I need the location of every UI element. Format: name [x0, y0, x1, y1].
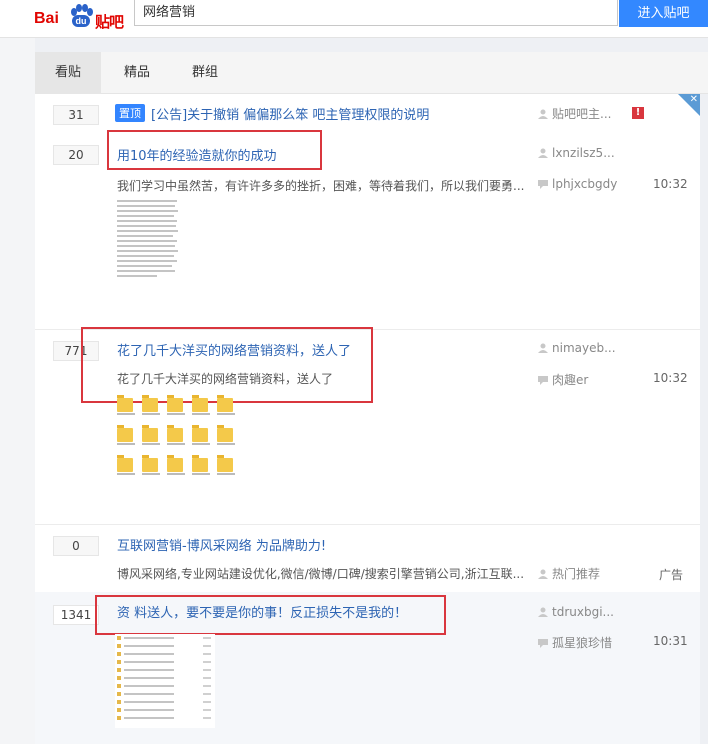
user-icon: [538, 343, 548, 353]
comment-icon: [538, 180, 548, 189]
folder-icon: [217, 455, 235, 478]
thread-title[interactable]: [公告]关于撤销 偏偏那么笨 吧主管理权限的说明: [151, 104, 429, 123]
tab-bar: 看贴 精品 群组: [35, 52, 708, 94]
user-icon: [538, 109, 548, 119]
author-name: lxnzilsz5...: [552, 146, 615, 160]
folder-icon: [167, 395, 185, 418]
user-icon: [538, 148, 548, 158]
folder-icon: [192, 425, 210, 448]
logo-bai-text: Bai: [34, 10, 59, 27]
thread-author[interactable]: 热门推荐: [538, 565, 600, 582]
last-replier-name: 孤星狼珍惜: [552, 636, 613, 650]
left-gutter: [0, 38, 35, 744]
folder-icon: [117, 395, 135, 418]
reply-count: 31: [53, 105, 99, 125]
last-replier[interactable]: 肉趣er: [538, 371, 588, 388]
reply-time: 10:31: [653, 634, 688, 648]
search-input[interactable]: 网络营销: [134, 0, 618, 26]
thread-list: ✕ 31 置顶 [公告]关于撤销 偏偏那么笨 吧主管理权限的说明 贴吧吧主...…: [35, 94, 700, 744]
folder-icon: [192, 395, 210, 418]
folder-icon: [117, 455, 135, 478]
baidu-tieba-logo[interactable]: Bai du 贴吧: [34, 4, 126, 32]
thread-title[interactable]: 互联网营销-博风采网络 为品牌助力!: [117, 535, 326, 554]
divider: [35, 524, 700, 525]
tab-groups[interactable]: 群组: [187, 52, 223, 94]
post-image-thumbnail[interactable]: [117, 200, 179, 280]
folder-icon: [192, 455, 210, 478]
enter-forum-button[interactable]: 进入贴吧: [619, 0, 708, 27]
folder-icon: [217, 425, 235, 448]
thread-author[interactable]: tdruxbgi...: [538, 605, 614, 619]
tab-posts[interactable]: 看贴: [35, 52, 101, 94]
thread-abstract: 博风采网络,专业网站建设优化,微信/微博/口碑/搜索引擎营销公司,浙江互联...: [117, 567, 525, 581]
highlight-box: [107, 130, 322, 170]
comment-icon: [538, 376, 548, 385]
close-icon[interactable]: ✕: [690, 94, 698, 105]
author-name: 贴吧吧主...: [552, 107, 612, 121]
user-icon: [538, 607, 548, 617]
reply-count: 1341: [53, 605, 99, 625]
author-name: nimayeb...: [552, 341, 616, 355]
thread-author[interactable]: 贴吧吧主...: [538, 105, 611, 122]
folder-icon: [142, 395, 160, 418]
close-corner[interactable]: ✕: [678, 94, 700, 116]
ad-label: 广告: [659, 568, 684, 582]
user-icon: [538, 569, 548, 579]
reply-count: 20: [53, 145, 99, 165]
top-bar: Bai du 贴吧 网络营销 进入贴吧: [0, 0, 708, 38]
post-image-thumbnail[interactable]: [117, 395, 235, 478]
thread-author[interactable]: nimayeb...: [538, 341, 616, 355]
logo-du-text: du: [72, 15, 90, 27]
folder-icon: [167, 455, 185, 478]
author-name: 热门推荐: [552, 567, 601, 581]
highlight-box: [95, 595, 446, 635]
thread-author[interactable]: lxnzilsz5...: [538, 146, 615, 160]
last-replier-name: lphjxcbgdy: [552, 177, 618, 191]
comment-icon: [538, 639, 548, 648]
last-replier[interactable]: lphjxcbgdy: [538, 177, 617, 191]
alert-icon: !: [632, 107, 644, 119]
folder-icon: [142, 425, 160, 448]
reply-count: 0: [53, 536, 99, 556]
logo-tieba-text: 贴吧: [95, 13, 124, 31]
reply-time: 10:32: [653, 371, 688, 385]
last-replier-name: 肉趣er: [552, 373, 589, 387]
folder-icon: [142, 455, 160, 478]
tab-featured[interactable]: 精品: [119, 52, 155, 94]
highlight-box: [81, 327, 373, 403]
last-replier[interactable]: 孤星狼珍惜: [538, 634, 612, 651]
thread-abstract: 我们学习中虽然苦，有许许多多的挫折，困难，等待着我们，所以我们要勇...: [117, 179, 525, 193]
folder-icon: [117, 425, 135, 448]
folder-icon: [217, 395, 235, 418]
author-name: tdruxbgi...: [552, 605, 614, 619]
reply-time: 10:32: [653, 177, 688, 191]
post-image-thumbnail[interactable]: [115, 634, 215, 728]
folder-icon: [167, 425, 185, 448]
pinned-badge: 置顶: [115, 104, 145, 122]
